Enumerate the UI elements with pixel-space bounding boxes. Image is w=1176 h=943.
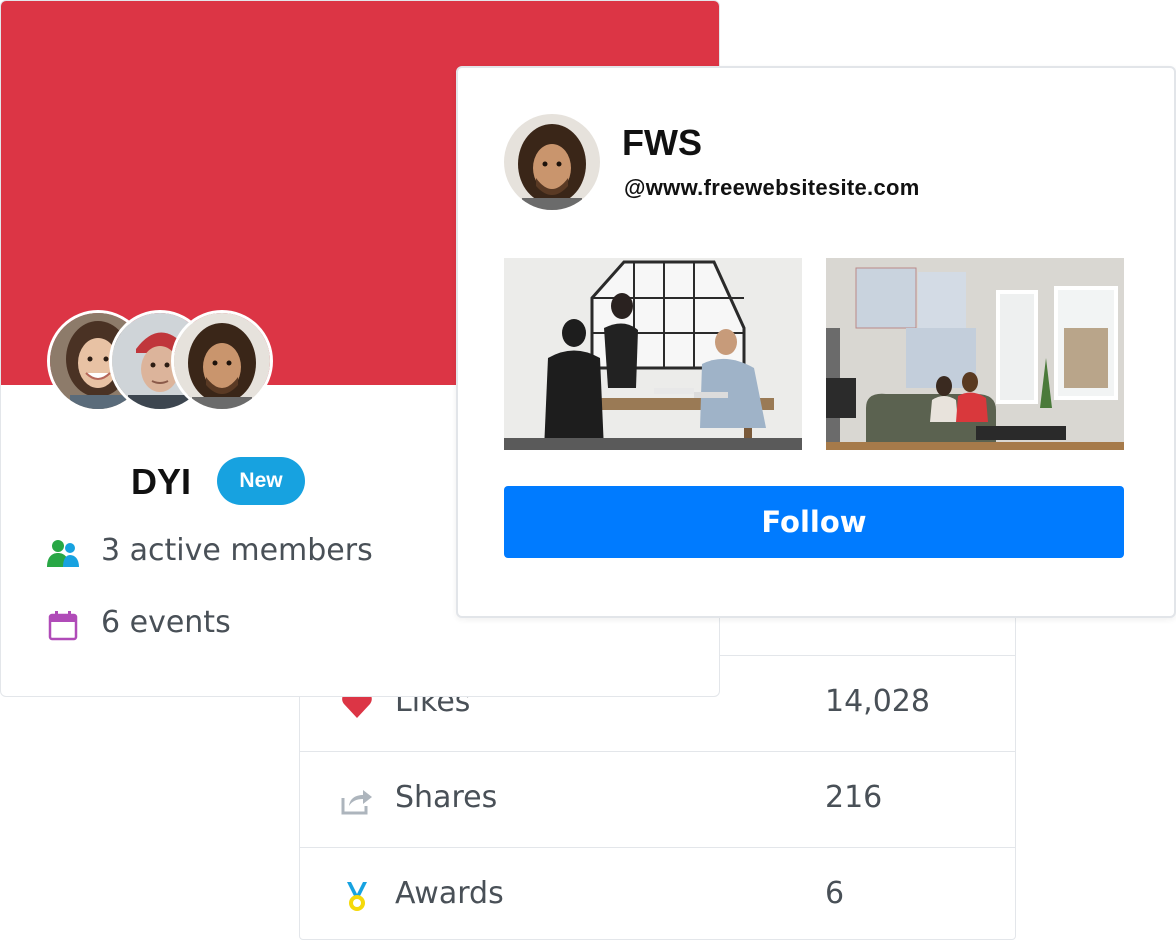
stat-row-awards: Awards 6 (300, 847, 1015, 943)
stat-row-shares: Shares 216 (300, 751, 1015, 847)
photo-living-room[interactable] (826, 258, 1124, 450)
stat-label: Awards (395, 876, 504, 911)
stat-value: 14,028 (825, 684, 930, 719)
members-text: 3 active members (101, 533, 373, 568)
events-text: 6 events (101, 605, 231, 640)
share-icon (341, 790, 372, 815)
group-title: DYI (131, 461, 192, 502)
members-icon (47, 540, 79, 567)
profile-handle[interactable]: @www.freewebsitesite.com (624, 175, 920, 201)
stat-label: Shares (395, 780, 498, 815)
profile-avatar[interactable] (504, 114, 600, 210)
profile-name: FWS (622, 122, 702, 163)
stat-value: 6 (825, 876, 845, 911)
follow-button[interactable]: Follow (504, 486, 1124, 558)
profile-card: FWS @www.freewebsitesite.com Follow (456, 66, 1176, 618)
medal-icon (347, 882, 367, 911)
avatar[interactable] (171, 310, 273, 412)
new-badge: New (217, 457, 305, 505)
calendar-icon (48, 611, 78, 641)
stat-value: 216 (825, 780, 883, 815)
photo-meeting[interactable] (504, 258, 802, 450)
member-avatars (47, 310, 277, 412)
